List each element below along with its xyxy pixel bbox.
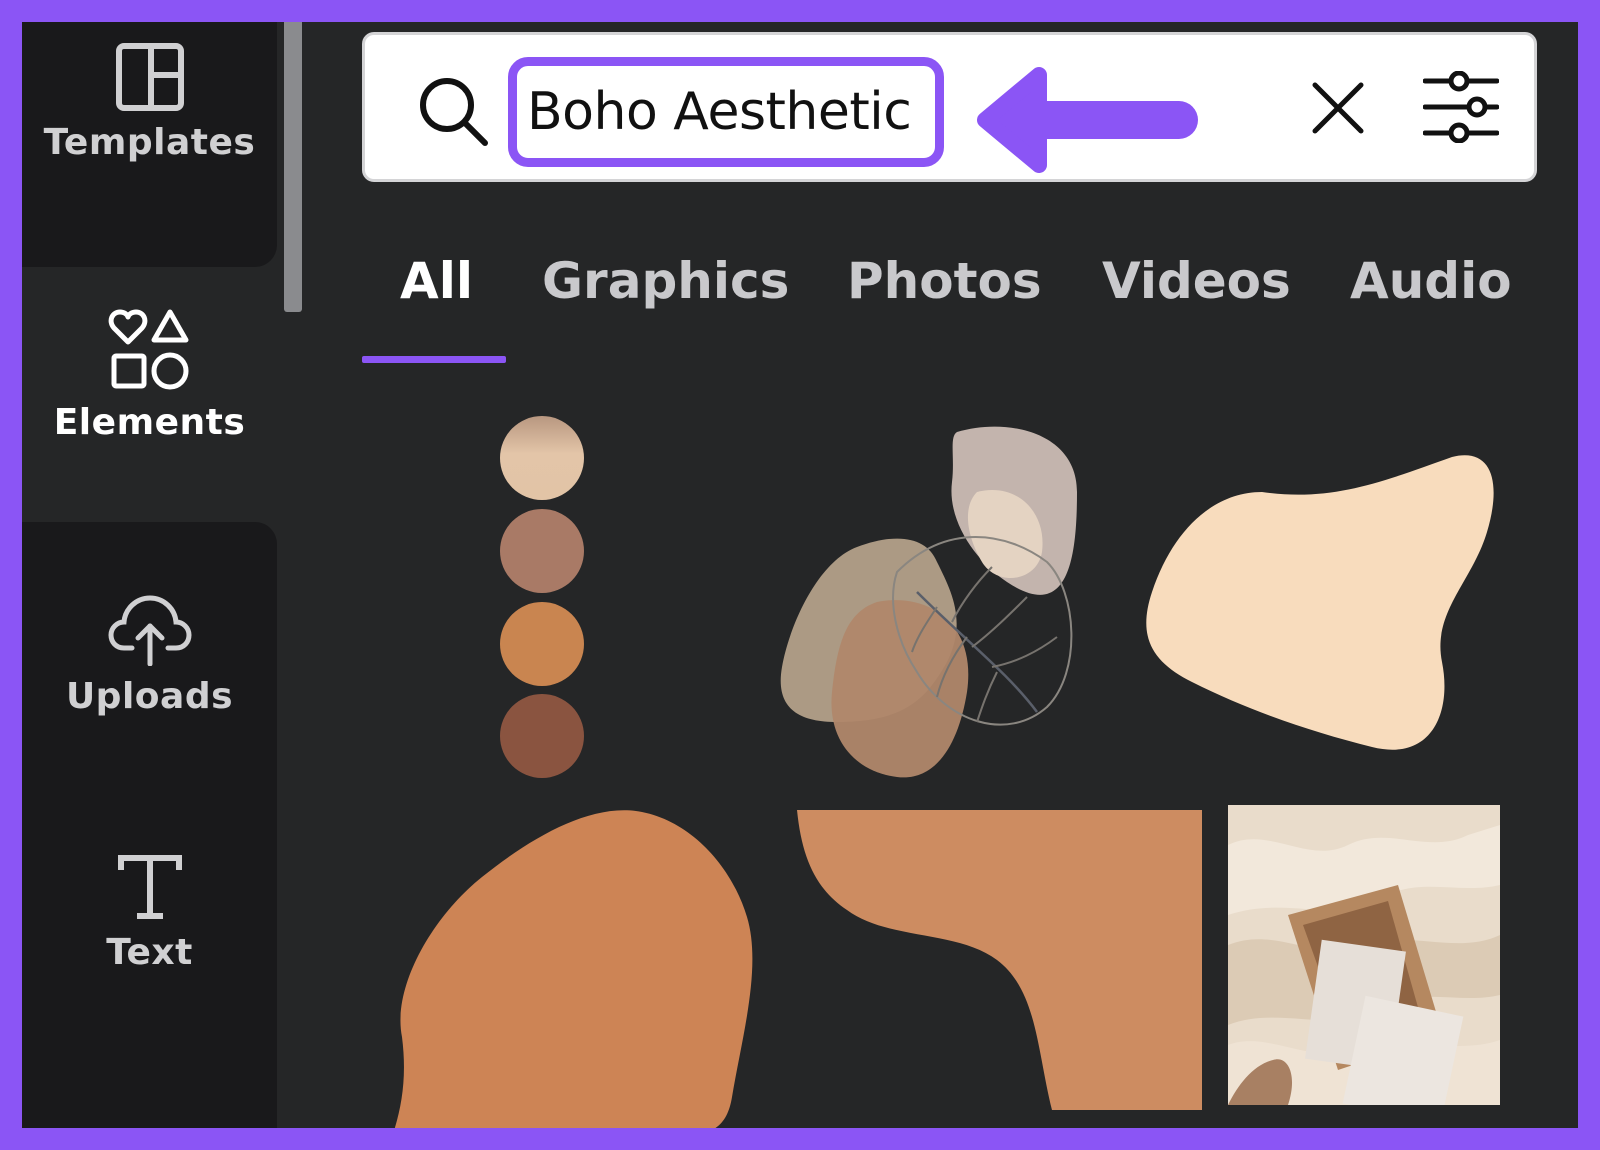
tab-videos[interactable]: Videos — [1102, 252, 1291, 310]
arrow-left-icon — [977, 65, 1199, 179]
sidebar-item-label: Templates — [43, 122, 256, 163]
sidebar: Templates Elements Uploads Text — [22, 22, 277, 1128]
search-icon — [417, 75, 489, 151]
tab-photos[interactable]: Photos — [847, 252, 1042, 310]
sidebar-item-elements[interactable]: Elements — [22, 292, 277, 492]
close-icon[interactable] — [1310, 80, 1366, 140]
result-terracotta-corner-shape[interactable] — [797, 810, 1202, 1110]
result-boho-color-palette-dots[interactable] — [492, 412, 592, 782]
sidebar-scrollbar[interactable] — [284, 22, 302, 312]
sidebar-item-label: Elements — [53, 402, 246, 443]
editor-panel: Templates Elements Uploads Text Boho Aes… — [22, 22, 1578, 1128]
search-bar — [362, 32, 1537, 182]
search-input[interactable] — [527, 74, 925, 150]
elements-shapes-icon — [108, 308, 192, 392]
tab-graphics[interactable]: Graphics — [542, 252, 789, 310]
templates-layout-icon — [115, 42, 185, 112]
sidebar-item-uploads[interactable]: Uploads — [22, 522, 277, 782]
sliders-filter-icon[interactable] — [1422, 70, 1500, 147]
tab-all[interactable]: All — [400, 252, 473, 310]
tab-audio[interactable]: Audio — [1350, 252, 1512, 310]
text-t-icon — [115, 852, 185, 922]
sidebar-item-label: Uploads — [65, 676, 234, 717]
result-terracotta-blob[interactable] — [372, 807, 757, 1128]
sidebar-item-templates[interactable]: Templates — [22, 22, 277, 267]
cloud-upload-icon — [107, 592, 192, 666]
result-cream-blob[interactable] — [1132, 442, 1502, 762]
active-tab-indicator — [362, 356, 506, 363]
sidebar-item-text[interactable]: Text — [22, 782, 277, 1128]
result-boho-leaf-blobs[interactable] — [777, 422, 1087, 787]
result-beige-fabric-photo[interactable] — [1228, 805, 1500, 1105]
search-highlight-annotation — [508, 57, 944, 167]
content-type-tabs: All Graphics Photos Videos Audio — [362, 252, 1552, 367]
sidebar-item-label: Text — [106, 932, 193, 973]
